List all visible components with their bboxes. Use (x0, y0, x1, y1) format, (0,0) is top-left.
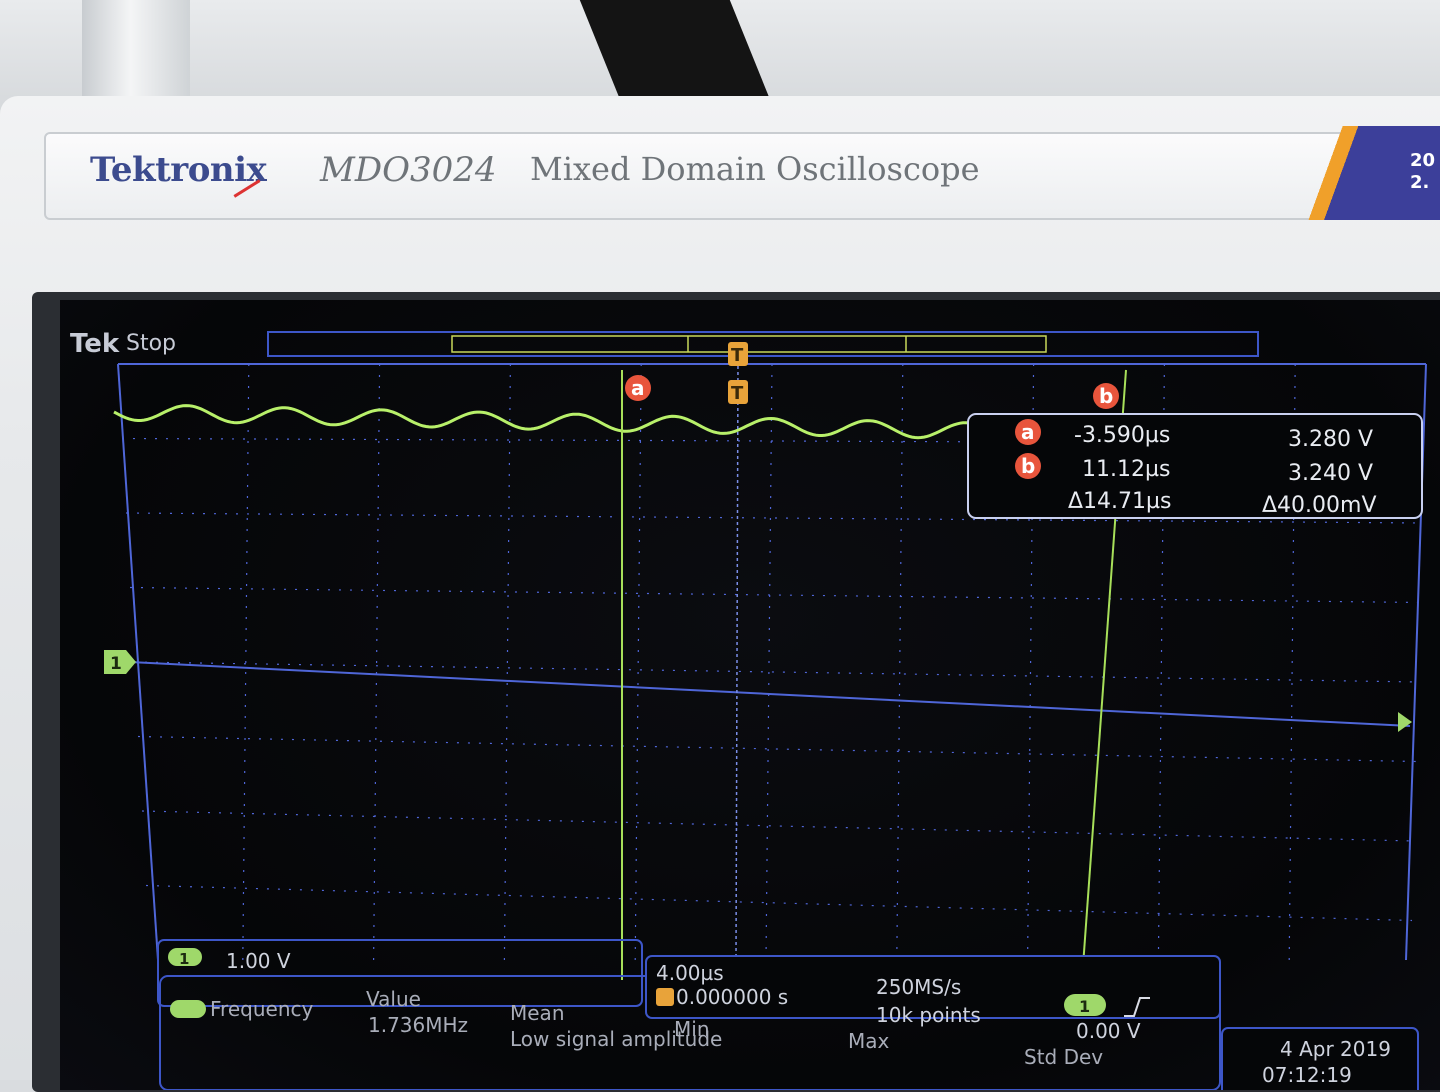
trigger-marker-top-label: T (731, 345, 744, 366)
measurement-col-min: Min (674, 1017, 710, 1041)
cursor-b-badge-label: b (1099, 384, 1113, 408)
graticule-horizontal-division (145, 884, 1413, 922)
horizontal-position[interactable]: 0.000000 s (676, 985, 788, 1009)
channel-1-scale[interactable]: 1.00 V (226, 949, 291, 973)
record-view-window[interactable] (451, 335, 1047, 353)
trigger-source-label: 1 (1079, 997, 1090, 1016)
graticule-vertical-division (765, 363, 773, 961)
measurement-source-badge (170, 1000, 206, 1018)
readout-a-badge-label: a (1021, 420, 1035, 444)
monitor-stand (82, 0, 190, 104)
trigger-level-marker[interactable] (1398, 712, 1412, 732)
corner-badge-text: 20 2. (1410, 150, 1436, 193)
time-readout: 07:12:19 (1262, 1063, 1352, 1087)
graticule-vertical-division (634, 363, 642, 961)
trigger-position-marker-label: T (731, 383, 744, 404)
graticule-vertical-division (896, 363, 904, 961)
graticule-horizontal-division (129, 586, 1421, 604)
tek-logo: Tek (70, 329, 120, 359)
brand-name: Tektronix (90, 150, 267, 190)
graticule-vertical-division (503, 363, 511, 961)
graticule-horizontal-division (141, 810, 1415, 842)
channel-1-trace (113, 404, 970, 440)
trigger-position-line (735, 359, 739, 961)
cursor-a-badge-label: a (631, 376, 645, 400)
oscilloscope-screen: Tek Stop a b T T 1 a b -3.590µs 3.280 V … (60, 300, 1440, 1090)
measurement-label[interactable]: Frequency (210, 997, 313, 1021)
graticule-center-horizontal-axis (129, 661, 1411, 727)
channel-1-badge-label: 1 (179, 950, 189, 968)
readout-b-badge-label: b (1021, 454, 1035, 478)
sample-rate: 250MS/s (876, 975, 961, 999)
date-readout: 4 Apr 2019 (1280, 1037, 1391, 1061)
cursor-b-voltage: 3.240 V (1288, 461, 1373, 486)
measurement-col-mean: Mean (510, 1001, 565, 1025)
model-name: MDO3024 (320, 150, 497, 190)
channel-1-ground-marker-label: 1 (110, 654, 122, 674)
measurement-col-value: Value (366, 987, 421, 1011)
measurement-col-max: Max (848, 1029, 890, 1053)
trigger-delay-icon (656, 988, 674, 1006)
trigger-level[interactable]: 0.00 V (1076, 1019, 1141, 1043)
horizontal-scale[interactable]: 4.00µs (656, 961, 724, 985)
graticule-horizontal-division (137, 735, 1417, 763)
cursor-b-time: 11.12µs (1082, 457, 1170, 482)
graticule-vertical-division (373, 363, 381, 961)
model-description: Mixed Domain Oscilloscope (530, 150, 980, 188)
record-length: 10k points (876, 1003, 981, 1027)
cursor-a-time: -3.590µs (1074, 423, 1170, 448)
measurement-col-stddev: Std Dev (1024, 1045, 1103, 1069)
cursor-delta-voltage: Δ40.00mV (1262, 493, 1377, 518)
waveform-display: Tek Stop a b T T 1 a b -3.590µs 3.280 V … (70, 329, 1427, 1090)
graticule-vertical-division (242, 363, 250, 961)
measurement-value: 1.736MHz (368, 1013, 468, 1037)
cursor-delta-time: Δ14.71µs (1068, 489, 1172, 514)
acquisition-state: Stop (126, 331, 176, 356)
cursor-a-voltage: 3.280 V (1288, 427, 1373, 452)
